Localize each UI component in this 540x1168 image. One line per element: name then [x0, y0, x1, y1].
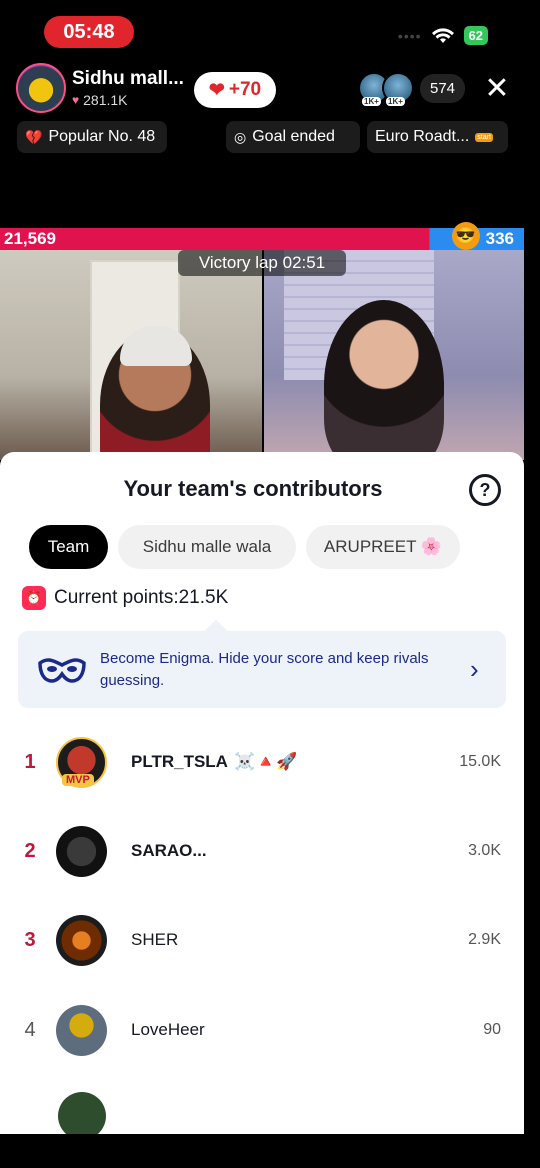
contributor-row[interactable]: 2 SARAO... 3.0K — [0, 821, 524, 881]
close-icon[interactable]: ✕ — [482, 74, 512, 104]
host-likes: 281.1K — [83, 92, 128, 108]
points-label: Current points:21.5K — [54, 587, 229, 608]
sunglasses-emoji-icon: 😎 — [451, 222, 480, 250]
popular-label: Popular No. 48 — [48, 128, 156, 145]
status-icons: •••• 62 — [398, 26, 488, 45]
rank-number: 2 — [24, 839, 36, 862]
guest-person — [324, 300, 444, 460]
contributor-score: 2.9K — [468, 931, 501, 948]
left-score: 21,569 — [4, 229, 56, 248]
mvp-badge: MVP — [62, 774, 94, 786]
avatar[interactable] — [56, 825, 107, 877]
broken-heart-icon: 💔 — [25, 128, 43, 145]
enigma-text: Become Enigma. Hide your score and keep … — [100, 649, 429, 689]
contributors-sheet: Your team's contributors ? Team Sidhu ma… — [0, 452, 524, 1134]
contributor-name: SARAO... — [131, 841, 207, 860]
username: PLTR_TSLA — [131, 752, 228, 771]
heart-icon: ♥ — [72, 93, 80, 107]
contributor-row[interactable]: 1 MVP PLTR_TSLA ☠️🔺🚀 15.0K — [0, 732, 524, 792]
contributor-name: PLTR_TSLA ☠️🔺🚀 — [131, 752, 297, 772]
popular-chip[interactable]: 💔 Popular No. 48 — [17, 121, 167, 153]
status-time: 05:48 — [44, 16, 134, 48]
rank-number: 1 — [24, 750, 36, 773]
battery-indicator: 62 — [463, 26, 488, 45]
signal-icon: •••• — [397, 27, 422, 44]
viewer-count[interactable]: 574 — [420, 73, 466, 103]
contributor-row[interactable]: 4 LoveHeer 90 — [0, 1000, 524, 1060]
rank-number: 4 — [24, 1018, 36, 1041]
current-points: ⏰ Current points:21.5K — [22, 586, 228, 610]
contributor-score: 90 — [483, 1021, 501, 1038]
sheet-title: Your team's contributors — [123, 476, 383, 501]
contributor-row[interactable]: 3 SHER 2.9K — [0, 910, 524, 970]
mask-icon — [38, 657, 86, 683]
points-icon: ⏰ — [22, 586, 46, 610]
tab-guest-team[interactable]: ARUPREET 🌸 — [306, 525, 460, 569]
victory-timer: Victory lap 02:51 — [178, 250, 346, 276]
host-name: Sidhu mall... — [72, 68, 184, 89]
viewer-avatar[interactable]: 1K+ — [382, 72, 414, 106]
goal-label: Goal ended — [252, 128, 335, 145]
goal-chip[interactable]: ◎ Goal ended — [226, 121, 360, 153]
tab-team[interactable]: Team — [29, 525, 108, 569]
avatar[interactable] — [58, 1092, 106, 1134]
target-icon: ◎ — [234, 128, 247, 145]
viewer-badge: 1K+ — [386, 97, 405, 106]
tab-host-team[interactable]: Sidhu malle wala — [118, 525, 296, 569]
roadtrip-chip[interactable]: Euro Roadt... start — [367, 121, 508, 153]
enigma-banner[interactable]: Become Enigma. Hide your score and keep … — [18, 631, 506, 708]
host-video[interactable] — [0, 250, 262, 460]
contributor-score: 3.0K — [468, 842, 501, 859]
right-score: 336 — [485, 229, 514, 248]
wifi-icon — [431, 27, 454, 43]
contributor-name: LoveHeer — [131, 1020, 205, 1039]
battle-score-bar: 21,569 😎 336 — [0, 222, 524, 250]
heart-icon: ❤ — [208, 79, 225, 101]
host-avatar[interactable] — [16, 63, 66, 113]
rank-number: 3 — [24, 928, 36, 951]
chevron-right-icon: › — [470, 654, 479, 684]
avatar[interactable] — [56, 1004, 107, 1056]
viewer-badge: 1K+ — [362, 97, 381, 106]
contributor-name: SHER — [131, 930, 179, 949]
avatar[interactable] — [56, 914, 107, 966]
emoji-badges: ☠️🔺🚀 — [233, 752, 298, 771]
signpost-icon: start — [475, 132, 493, 142]
like-button[interactable]: ❤ +70 — [194, 72, 276, 108]
top-viewers[interactable]: 1K+ 1K+ 574 — [358, 72, 466, 106]
help-icon[interactable]: ? — [469, 474, 501, 506]
contributor-score: 15.0K — [459, 753, 501, 770]
guest-video[interactable] — [264, 250, 524, 460]
like-gain: +70 — [228, 79, 262, 100]
roadtrip-label: Euro Roadt... — [375, 128, 470, 145]
